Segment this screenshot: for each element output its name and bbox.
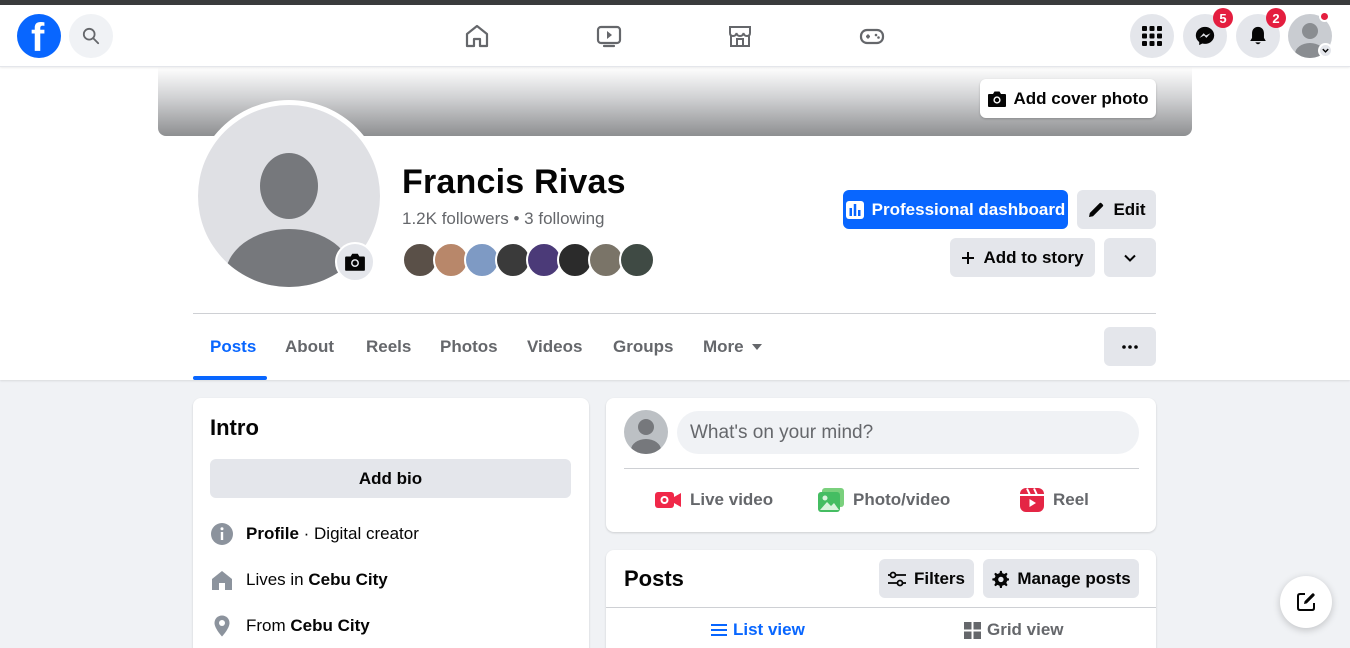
more-options-button[interactable] bbox=[1104, 327, 1156, 366]
compose-icon bbox=[1297, 593, 1315, 611]
grid-menu-icon bbox=[1142, 26, 1162, 46]
lives-in-city[interactable]: Cebu City bbox=[308, 570, 387, 589]
grid-icon bbox=[964, 621, 981, 639]
pencil-icon bbox=[1089, 202, 1104, 217]
filter-sliders-icon bbox=[887, 571, 906, 586]
messenger-icon bbox=[1195, 26, 1215, 46]
header-divider bbox=[193, 313, 1156, 314]
add-to-story-label: Add to story bbox=[983, 247, 1084, 267]
filters-label: Filters bbox=[913, 568, 966, 588]
reel-icon bbox=[1020, 488, 1044, 512]
edit-label: Edit bbox=[1113, 199, 1146, 219]
photo-video-label: Photo/video bbox=[853, 490, 951, 509]
messenger-button[interactable]: 5 bbox=[1183, 8, 1233, 58]
from-prefix: From bbox=[246, 616, 291, 635]
live-video-label: Live video bbox=[690, 490, 774, 509]
gear-icon bbox=[992, 570, 1010, 588]
location-pin-icon bbox=[214, 615, 230, 637]
facebook-logo[interactable]: f bbox=[17, 14, 61, 60]
list-view-label: List view bbox=[733, 620, 805, 639]
caret-down-icon bbox=[751, 343, 762, 350]
add-cover-label: Add cover photo bbox=[1013, 88, 1149, 108]
intro-title: Intro bbox=[210, 415, 259, 440]
bell-icon bbox=[1250, 26, 1266, 45]
watch-icon bbox=[596, 25, 622, 48]
camera-icon bbox=[988, 91, 1007, 107]
friend-avatar[interactable] bbox=[619, 242, 655, 278]
account-menu-toggle[interactable] bbox=[1318, 43, 1333, 58]
home-icon bbox=[212, 571, 232, 590]
posts-divider bbox=[606, 607, 1156, 608]
tab-photos[interactable]: Photos bbox=[440, 337, 498, 357]
tab-reels[interactable]: Reels bbox=[366, 337, 411, 357]
logo-letter: f bbox=[31, 16, 45, 60]
grid-view-tab[interactable]: Grid view bbox=[964, 620, 1064, 640]
list-view-tab[interactable]: List view bbox=[711, 620, 805, 640]
info-icon bbox=[211, 523, 233, 545]
tab-more-label: More bbox=[703, 337, 744, 356]
add-cover-photo-button[interactable]: Add cover photo bbox=[980, 79, 1156, 118]
manage-posts-label: Manage posts bbox=[1017, 568, 1131, 588]
plus-icon bbox=[962, 251, 975, 264]
gaming-icon bbox=[859, 28, 885, 45]
ellipsis-icon bbox=[1122, 344, 1138, 349]
search-icon bbox=[82, 27, 100, 45]
active-tab-indicator bbox=[193, 376, 267, 380]
dashboard-icon bbox=[845, 200, 864, 219]
menu-button[interactable] bbox=[1130, 14, 1174, 58]
intro-lives-row: Lives in Cebu City bbox=[210, 567, 388, 593]
intro-from-row: From Cebu City bbox=[210, 613, 370, 639]
update-profile-picture-button[interactable] bbox=[335, 242, 375, 282]
profile-options-dropdown[interactable] bbox=[1104, 238, 1156, 277]
add-to-story-button[interactable]: Add to story bbox=[950, 238, 1095, 277]
profile-name: Francis Rivas bbox=[402, 163, 626, 201]
nav-marketplace[interactable] bbox=[723, 19, 757, 53]
lives-in-prefix: Lives in bbox=[246, 570, 309, 589]
camera-icon bbox=[345, 253, 365, 271]
photo-video-button[interactable]: Photo/video bbox=[817, 483, 950, 517]
search-button[interactable] bbox=[69, 14, 113, 58]
professional-dashboard-button[interactable]: Professional dashboard bbox=[843, 190, 1068, 229]
tab-about[interactable]: About bbox=[285, 337, 334, 357]
reel-button[interactable]: Reel bbox=[1019, 483, 1089, 517]
filters-button[interactable]: Filters bbox=[879, 559, 974, 598]
live-video-button[interactable]: Live video bbox=[654, 483, 773, 517]
grid-view-label: Grid view bbox=[987, 620, 1064, 639]
live-video-icon bbox=[655, 492, 681, 508]
edit-profile-button[interactable]: Edit bbox=[1077, 190, 1156, 229]
manage-posts-button[interactable]: Manage posts bbox=[983, 559, 1139, 598]
composer-avatar[interactable] bbox=[624, 410, 668, 454]
from-city[interactable]: Cebu City bbox=[290, 616, 369, 635]
list-icon bbox=[711, 624, 727, 636]
reel-label: Reel bbox=[1053, 490, 1089, 509]
marketplace-icon bbox=[729, 26, 751, 47]
notifications-button[interactable]: 2 bbox=[1236, 8, 1286, 58]
new-message-button[interactable] bbox=[1280, 576, 1332, 628]
nav-gaming[interactable] bbox=[855, 19, 889, 53]
home-icon bbox=[465, 24, 489, 48]
intro-profile-row: Profile · Digital creator bbox=[210, 521, 419, 547]
posts-title: Posts bbox=[624, 566, 684, 591]
profile-category: · Digital creator bbox=[298, 524, 419, 543]
account-alert-dot bbox=[1319, 11, 1330, 22]
chevron-down-icon bbox=[1322, 48, 1329, 53]
default-avatar-icon bbox=[631, 419, 661, 454]
tab-more[interactable]: More bbox=[703, 337, 762, 357]
followers-count[interactable]: 1.2K followers • 3 following bbox=[402, 209, 605, 229]
photo-icon bbox=[818, 488, 844, 512]
composer-divider bbox=[624, 468, 1139, 469]
profile-type-label: Profile bbox=[246, 524, 299, 543]
add-bio-button[interactable]: Add bio bbox=[210, 459, 571, 498]
nav-home[interactable] bbox=[460, 19, 494, 53]
notifications-badge: 2 bbox=[1266, 8, 1286, 28]
whats-on-your-mind-input[interactable]: What's on your mind? bbox=[677, 411, 1139, 454]
chevron-down-icon bbox=[1124, 254, 1136, 262]
nav-watch[interactable] bbox=[592, 19, 626, 53]
messenger-badge: 5 bbox=[1213, 8, 1233, 28]
top-navigation-bar: f 5 2 bbox=[0, 5, 1350, 67]
tab-videos[interactable]: Videos bbox=[527, 337, 582, 357]
tab-posts[interactable]: Posts bbox=[210, 337, 256, 357]
professional-dashboard-label: Professional dashboard bbox=[871, 199, 1066, 219]
tab-groups[interactable]: Groups bbox=[613, 337, 673, 357]
